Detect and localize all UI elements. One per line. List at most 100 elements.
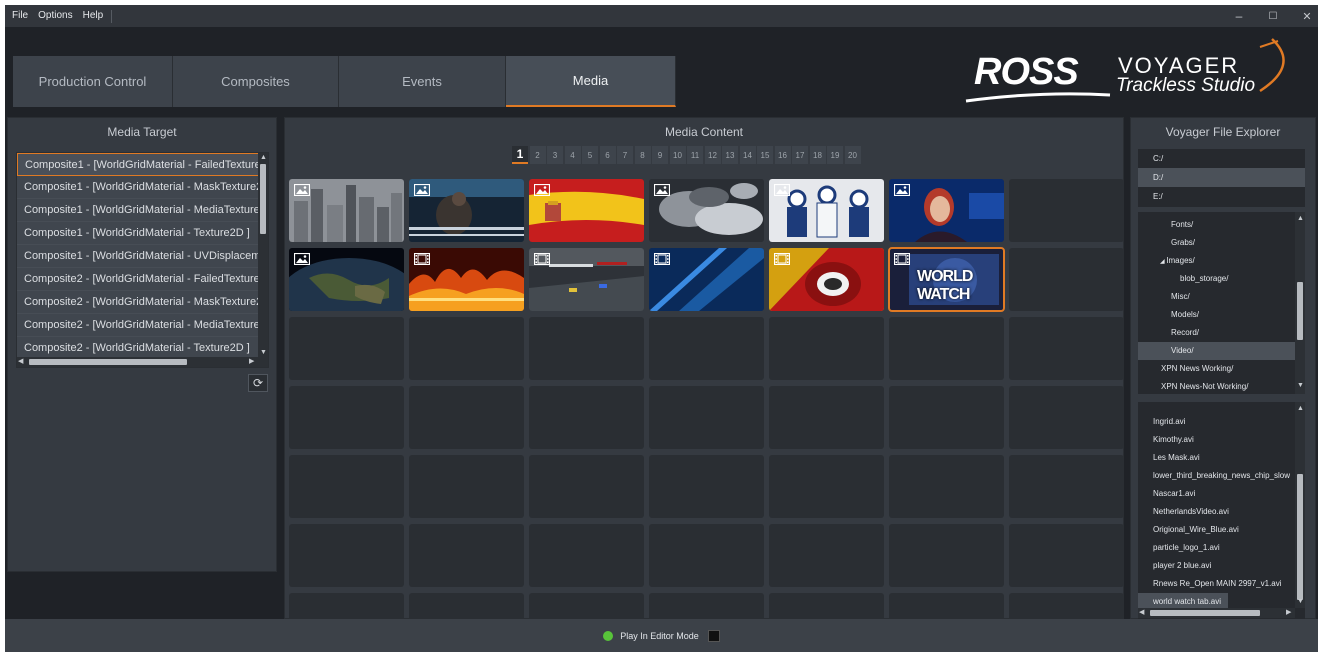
page-1[interactable]: 1	[512, 146, 528, 164]
file-item[interactable]: Les Mask.avi	[1138, 449, 1295, 467]
folder-item[interactable]: blob_storage/	[1138, 270, 1295, 288]
page-14[interactable]: 14	[739, 146, 756, 164]
folder-item[interactable]: Record/	[1138, 324, 1295, 342]
empty-media-slot[interactable]	[769, 317, 884, 380]
maximize-button[interactable]: ☐	[1257, 5, 1289, 27]
file-item[interactable]: Origional_Wire_Blue.avi	[1138, 521, 1295, 539]
page-13[interactable]: 13	[722, 146, 738, 164]
folder-item[interactable]: XPN News-Not Working/	[1138, 378, 1295, 394]
page-4[interactable]: 4	[564, 146, 581, 164]
scroll-up-arrow[interactable]: ▲	[260, 154, 267, 162]
media-target-item[interactable]: Composite2 - [WorldGridMaterial - MaskTe…	[17, 291, 268, 314]
media-target-item[interactable]: Composite1 - [WorldGridMaterial - Failed…	[17, 153, 268, 176]
drive-item[interactable]: C:/	[1138, 149, 1305, 168]
tab-events[interactable]: Events	[339, 56, 506, 107]
folder-scroll-up[interactable]: ▲	[1297, 215, 1304, 223]
page-5[interactable]: 5	[582, 146, 598, 164]
empty-media-slot[interactable]	[1009, 593, 1123, 618]
media-thumbnail-world-watch[interactable]: WORLD WATCH	[888, 247, 1005, 312]
media-target-item[interactable]: Composite2 - [WorldGridMaterial - MediaT…	[17, 314, 268, 337]
empty-media-slot[interactable]	[649, 386, 764, 449]
empty-media-slot[interactable]	[409, 455, 524, 518]
empty-media-slot[interactable]	[889, 386, 1004, 449]
drive-item[interactable]: E:/	[1138, 187, 1305, 206]
refresh-button[interactable]: ⟳	[248, 374, 268, 392]
target-horizontal-scrollbar[interactable]: ◀ ▶	[17, 357, 258, 367]
page-8[interactable]: 8	[634, 146, 651, 164]
empty-media-slot[interactable]	[529, 317, 644, 380]
empty-media-slot[interactable]	[1009, 317, 1123, 380]
media-target-item[interactable]: Composite1 - [WorldGridMaterial - UVDisp…	[17, 245, 268, 268]
empty-media-slot[interactable]	[409, 386, 524, 449]
empty-media-slot[interactable]	[769, 455, 884, 518]
media-thumbnail-spain-flag[interactable]	[529, 179, 644, 242]
file-hscroll-thumb[interactable]	[1150, 610, 1260, 616]
empty-media-slot[interactable]	[1009, 386, 1123, 449]
media-thumbnail-earth[interactable]	[289, 248, 404, 311]
media-thumbnail-news-anchor[interactable]	[889, 179, 1004, 242]
file-item[interactable]: Ingrid.avi	[1138, 413, 1295, 431]
empty-media-slot[interactable]	[889, 593, 1004, 618]
file-scroll-thumb[interactable]	[1297, 474, 1303, 600]
folder-item[interactable]: Models/	[1138, 306, 1295, 324]
page-6[interactable]: 6	[599, 146, 616, 164]
empty-media-slot[interactable]	[889, 524, 1004, 587]
target-vertical-scrollbar[interactable]: ▲ ▼	[258, 153, 268, 367]
file-item[interactable]: Kimothy.avi	[1138, 431, 1295, 449]
empty-media-slot[interactable]	[289, 593, 404, 618]
menu-file[interactable]: File	[5, 5, 33, 27]
empty-media-slot[interactable]	[649, 593, 764, 618]
empty-media-slot[interactable]	[769, 524, 884, 587]
folder-item[interactable]: Video/	[1138, 342, 1295, 360]
page-7[interactable]: 7	[617, 146, 633, 164]
media-thumbnail-blue-wipe[interactable]	[649, 248, 764, 311]
drive-item[interactable]: D:/	[1138, 168, 1305, 187]
empty-media-slot[interactable]	[529, 386, 644, 449]
file-item[interactable]: player 2 blue.avi	[1138, 557, 1295, 575]
file-item[interactable]: particle_logo_1.avi	[1138, 539, 1295, 557]
empty-media-slot[interactable]	[889, 455, 1004, 518]
tab-media[interactable]: Media	[506, 56, 676, 107]
empty-media-slot[interactable]	[529, 455, 644, 518]
file-hscrollbar[interactable]: ◀ ▶	[1138, 608, 1295, 618]
empty-media-slot[interactable]	[1009, 455, 1123, 518]
scroll-right-arrow[interactable]: ▶	[249, 358, 254, 366]
file-item[interactable]: Nascar1.avi	[1138, 485, 1295, 503]
media-thumbnail-fire[interactable]	[409, 248, 524, 311]
scroll-left-arrow[interactable]: ◀	[18, 358, 23, 366]
folder-item[interactable]: XPN News Working/	[1138, 360, 1295, 378]
empty-media-slot[interactable]	[769, 386, 884, 449]
empty-media-slot[interactable]	[289, 386, 404, 449]
empty-media-slot[interactable]	[1009, 179, 1123, 242]
menu-help[interactable]: Help	[78, 5, 109, 27]
menu-options[interactable]: Options	[33, 5, 77, 27]
folder-item[interactable]: Fonts/	[1138, 216, 1295, 234]
media-thumbnail-hockey[interactable]	[769, 179, 884, 242]
folder-scroll-thumb[interactable]	[1297, 282, 1303, 340]
folder-scroll-down[interactable]: ▼	[1297, 382, 1304, 390]
page-9[interactable]: 9	[652, 146, 668, 164]
empty-media-slot[interactable]	[409, 593, 524, 618]
empty-media-slot[interactable]	[289, 524, 404, 587]
page-20[interactable]: 20	[844, 146, 861, 164]
empty-media-slot[interactable]	[289, 455, 404, 518]
empty-media-slot[interactable]	[529, 593, 644, 618]
media-thumbnail-player-stripes[interactable]	[769, 248, 884, 311]
page-19[interactable]: 19	[827, 146, 843, 164]
media-target-item[interactable]: Composite1 - [WorldGridMaterial - MaskTe…	[17, 176, 268, 199]
empty-media-slot[interactable]	[409, 317, 524, 380]
media-thumbnail-clouds[interactable]	[649, 179, 764, 242]
page-10[interactable]: 10	[669, 146, 686, 164]
media-thumbnail-city[interactable]	[289, 179, 404, 242]
file-item[interactable]: lower_third_breaking_news_chip_slow	[1138, 467, 1295, 485]
media-thumbnail-nascar[interactable]	[529, 248, 644, 311]
tab-composites[interactable]: Composites	[173, 56, 339, 107]
empty-media-slot[interactable]	[529, 524, 644, 587]
empty-media-slot[interactable]	[889, 317, 1004, 380]
scroll-down-arrow[interactable]: ▼	[260, 349, 267, 357]
folder-item[interactable]: Misc/	[1138, 288, 1295, 306]
empty-media-slot[interactable]	[1009, 248, 1123, 311]
folder-item[interactable]: ◢ Images/	[1138, 252, 1295, 270]
minimize-button[interactable]: –	[1223, 5, 1255, 27]
page-18[interactable]: 18	[809, 146, 826, 164]
